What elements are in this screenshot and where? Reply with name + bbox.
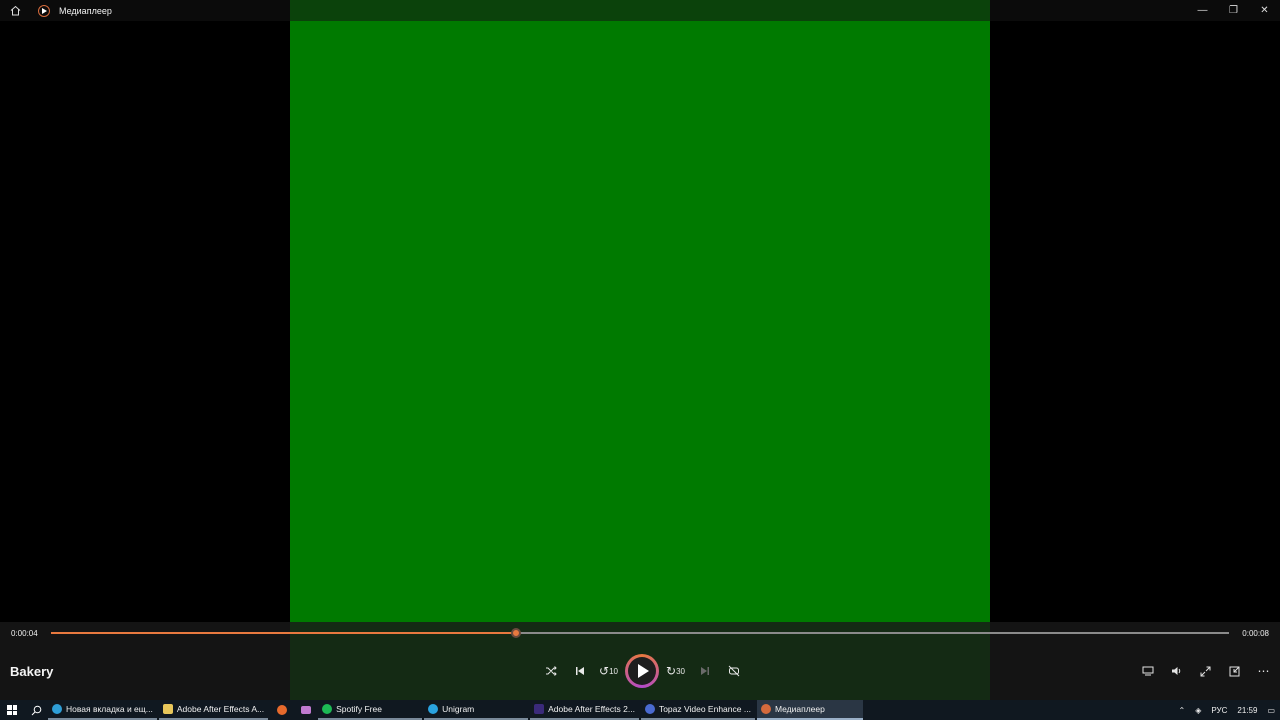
taskbar-app-unigram[interactable]: Unigram bbox=[424, 700, 529, 720]
close-button[interactable]: ✕ bbox=[1249, 0, 1280, 21]
network-icon[interactable]: ◈ bbox=[1190, 706, 1206, 715]
view-controls: ⋯ bbox=[1133, 658, 1278, 684]
duration-time: 0:00:08 bbox=[1242, 629, 1269, 638]
notifications-icon[interactable]: ▭ bbox=[1262, 706, 1280, 715]
media-player-window: Медиаплеер — ❐ ✕ 0:00:04 0:00:08 Bakery … bbox=[0, 0, 1280, 700]
spotify-icon bbox=[322, 704, 333, 714]
home-icon bbox=[10, 5, 20, 16]
seek-thumb[interactable] bbox=[511, 628, 522, 638]
fullscreen-button[interactable] bbox=[1191, 658, 1220, 684]
mini-player-button[interactable] bbox=[1220, 658, 1249, 684]
skip-back-seconds: 10 bbox=[609, 666, 618, 676]
minimize-button[interactable]: — bbox=[1187, 0, 1218, 21]
skip-back-button[interactable]: ↺ 10 bbox=[594, 657, 623, 685]
system-tray: ⌃ ◈ РУС 21:59 ▭ bbox=[1174, 706, 1280, 715]
taskbar-app-edge[interactable]: Новая вкладка и ещ... bbox=[48, 700, 157, 720]
skip-forward-seconds: 30 bbox=[676, 666, 685, 676]
language-indicator[interactable]: РУС bbox=[1206, 706, 1232, 715]
app-icon bbox=[301, 706, 312, 714]
taskbar-pin-app[interactable] bbox=[294, 700, 318, 720]
taskbar-app-label: Новая вкладка и ещ... bbox=[66, 704, 153, 714]
taskbar-app-label: Topaz Video Enhance ... bbox=[658, 704, 751, 714]
home-button[interactable] bbox=[0, 0, 30, 21]
taskbar-pin-firefox[interactable] bbox=[270, 700, 294, 720]
edge-icon bbox=[52, 704, 62, 714]
search-button[interactable] bbox=[24, 700, 48, 720]
taskbar-app-media-player[interactable]: Медиаплеер bbox=[756, 700, 863, 720]
after-effects-icon bbox=[534, 704, 545, 714]
monitor-icon bbox=[1142, 666, 1153, 676]
media-player-icon bbox=[760, 704, 771, 714]
taskbar-app-spotify[interactable]: Spotify Free bbox=[318, 700, 423, 720]
volume-button[interactable] bbox=[1162, 658, 1191, 684]
start-button[interactable] bbox=[0, 700, 24, 720]
control-bar: 0:00:04 0:00:08 Bakery ↺ 10 ↻ 30 ⋯ bbox=[0, 622, 1280, 700]
shuffle-button[interactable] bbox=[536, 657, 565, 685]
taskbar-app-label: Adobe After Effects 2... bbox=[548, 704, 635, 714]
skip-forward-button[interactable]: ↻ 30 bbox=[661, 657, 690, 685]
video-surface[interactable] bbox=[290, 0, 990, 700]
title-bar: Медиаплеер — ❐ ✕ bbox=[0, 0, 1280, 21]
taskbar: Новая вкладка и ещ... Adobe After Effect… bbox=[0, 700, 1280, 720]
play-icon bbox=[638, 664, 649, 678]
skip-back-icon: ↺ bbox=[599, 664, 610, 678]
taskbar-app-after-effects[interactable]: Adobe After Effects 2... bbox=[530, 700, 639, 720]
previous-icon bbox=[575, 667, 584, 675]
taskbar-app-folder[interactable]: Adobe After Effects A... bbox=[158, 700, 269, 720]
play-button[interactable] bbox=[625, 654, 659, 688]
repeat-off-icon bbox=[728, 665, 739, 677]
shuffle-icon bbox=[545, 666, 557, 676]
previous-button[interactable] bbox=[565, 657, 594, 685]
taskbar-app-label: Unigram bbox=[442, 704, 475, 714]
current-time: 0:00:04 bbox=[11, 629, 38, 638]
taskbar-app-label: Adobe After Effects A... bbox=[176, 704, 265, 714]
transport-controls: ↺ 10 ↻ 30 bbox=[536, 654, 748, 688]
windows-icon bbox=[7, 705, 17, 715]
window-title: Медиаплеер bbox=[59, 5, 112, 16]
telegram-icon bbox=[428, 704, 439, 714]
clock[interactable]: 21:59 bbox=[1232, 706, 1262, 715]
topaz-icon bbox=[644, 704, 655, 714]
taskbar-app-topaz[interactable]: Topaz Video Enhance ... bbox=[640, 700, 755, 720]
folder-icon bbox=[162, 704, 173, 714]
next-button[interactable] bbox=[690, 657, 719, 685]
mini-player-icon bbox=[1229, 666, 1240, 676]
tray-overflow-icon[interactable]: ⌃ bbox=[1174, 706, 1191, 715]
search-icon bbox=[31, 705, 41, 715]
more-options-button[interactable]: ⋯ bbox=[1249, 658, 1278, 684]
seek-bar[interactable] bbox=[51, 628, 1229, 638]
restore-button[interactable]: ❐ bbox=[1218, 0, 1249, 21]
next-icon bbox=[700, 667, 709, 675]
track-title: Bakery bbox=[10, 664, 54, 679]
taskbar-app-label: Медиаплеер bbox=[774, 704, 825, 714]
skip-forward-icon: ↻ bbox=[666, 664, 677, 678]
media-player-icon bbox=[38, 4, 50, 17]
seek-progress bbox=[51, 632, 517, 634]
taskbar-app-label: Spotify Free bbox=[336, 704, 382, 714]
repeat-button[interactable] bbox=[719, 657, 748, 685]
firefox-icon bbox=[277, 705, 288, 715]
playback-settings-button[interactable] bbox=[1133, 658, 1162, 684]
fullscreen-icon bbox=[1200, 666, 1211, 676]
volume-icon bbox=[1171, 667, 1180, 675]
more-icon: ⋯ bbox=[1257, 664, 1270, 678]
